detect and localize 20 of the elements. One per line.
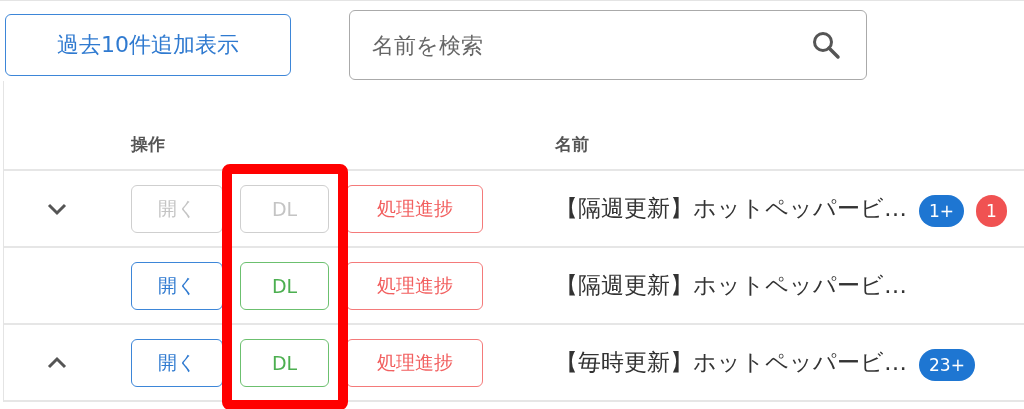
open-button[interactable]: 開く (131, 261, 223, 310)
download-button[interactable]: DL (240, 338, 329, 387)
progress-button[interactable]: 処理進捗 (346, 338, 483, 387)
load-more-button[interactable]: 過去10件追加表示 (5, 14, 291, 76)
chevron-up-icon[interactable] (46, 355, 67, 370)
table-cell-text: 【隔週更新】ホットペッパービ… (555, 271, 907, 300)
download-button[interactable]: DL (240, 261, 329, 310)
table-cell-text: 【毎時更新】ホットペッパービ… (555, 348, 907, 377)
column-header: 操作 (131, 133, 165, 156)
table-cell-text: 【隔週更新】ホットペッパービ… (555, 194, 907, 223)
search-field[interactable]: 名前を検索 (349, 10, 867, 80)
count-badge: 1 (976, 195, 1007, 227)
count-badge: 1+ (919, 195, 965, 227)
chevron-down-icon[interactable] (46, 201, 67, 216)
open-button[interactable]: 開く (131, 338, 223, 387)
search-icon[interactable] (811, 30, 841, 60)
count-badge: 23+ (919, 349, 975, 381)
progress-button[interactable]: 処理進捗 (346, 184, 483, 233)
column-header: 名前 (555, 133, 589, 156)
progress-button[interactable]: 処理進捗 (346, 261, 483, 310)
